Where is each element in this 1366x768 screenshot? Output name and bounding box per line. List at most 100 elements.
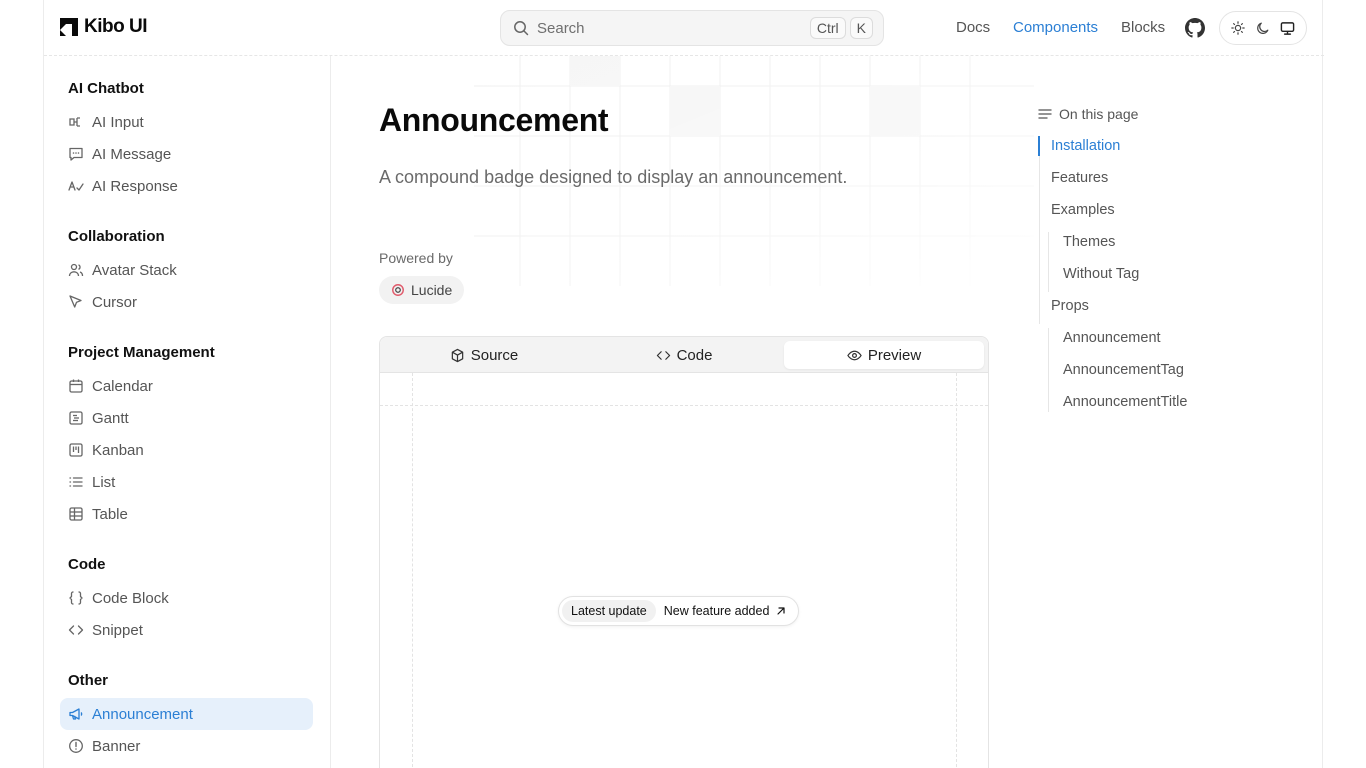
- toc-active-marker: [1038, 136, 1040, 156]
- sidebar-item-gantt[interactable]: Gantt: [60, 402, 313, 434]
- page-frame: Kibo UI Search Ctrl K Docs Components Bl…: [43, 0, 1324, 768]
- announcement-title: New feature added: [656, 604, 796, 618]
- powered-by-label: Powered by: [379, 250, 453, 266]
- sidebar-group-title: Project Management: [68, 344, 215, 361]
- toc-item-announcement-tag[interactable]: AnnouncementTag: [1063, 362, 1184, 378]
- code-icon: [656, 350, 670, 360]
- powered-by-lucide-chip[interactable]: Lucide: [379, 276, 465, 304]
- sidebar-group-title: Code: [68, 556, 106, 573]
- tab-code[interactable]: Code: [584, 341, 784, 369]
- toc-item-features[interactable]: Features: [1051, 170, 1108, 186]
- moon-icon[interactable]: [1252, 17, 1274, 39]
- sidebar-item-cursor[interactable]: Cursor: [60, 286, 313, 318]
- sidebar-item-ai-response[interactable]: AI Response: [60, 170, 313, 202]
- toc-item-examples[interactable]: Examples: [1051, 202, 1115, 218]
- toc-item-installation[interactable]: Installation: [1051, 138, 1120, 154]
- sidebar: AI Chatbot AI Input AI Message AI Respon…: [44, 56, 331, 768]
- powered-by-name: Lucide: [411, 282, 453, 298]
- sidebar-item-ai-message[interactable]: AI Message: [60, 138, 313, 170]
- sun-icon[interactable]: [1227, 17, 1249, 39]
- toc-rail-nested: [1048, 232, 1049, 292]
- sidebar-item-snippet[interactable]: Snippet: [60, 614, 313, 646]
- sidebar-item-calendar[interactable]: Calendar: [60, 370, 313, 402]
- pointer-icon: [69, 295, 82, 308]
- sidebar-item-label: Banner: [92, 737, 141, 755]
- sidebar-item-ai-input[interactable]: AI Input: [60, 106, 313, 138]
- sidebar-item-avatar-stack[interactable]: Avatar Stack: [60, 254, 313, 286]
- ai-input-icon: [69, 117, 80, 127]
- eye-icon: [847, 350, 862, 360]
- monitor-icon[interactable]: [1277, 17, 1299, 39]
- tab-label: Code: [676, 346, 713, 364]
- sidebar-item-label: List: [92, 473, 116, 491]
- sidebar-group-title: Other: [68, 672, 109, 689]
- sidebar-item-label: Kanban: [92, 441, 144, 459]
- page-title: Announcement: [379, 102, 609, 138]
- tabs-bar: Source Code Preview: [380, 337, 988, 373]
- code-icon: [68, 625, 84, 635]
- announcement-title-text: New feature added: [663, 604, 770, 618]
- sidebar-item-announcement[interactable]: Announcement: [60, 698, 313, 730]
- tab-label: Source: [470, 346, 519, 364]
- sidebar-item-label: Code Block: [92, 589, 169, 607]
- lucide-logo-icon: [392, 284, 404, 296]
- tab-label: Preview: [867, 346, 922, 364]
- page-description: A compound badge designed to display an …: [379, 167, 848, 187]
- sidebar-item-table[interactable]: Table: [60, 498, 313, 530]
- table-icon: [69, 507, 83, 521]
- sidebar-item-banner[interactable]: Banner: [60, 730, 313, 762]
- arrow-up-right-icon: [777, 607, 786, 615]
- sidebar-item-list[interactable]: List: [60, 466, 313, 498]
- toc-rail-nested: [1048, 328, 1049, 412]
- gantt-icon: [69, 411, 83, 425]
- announcement-tag: Latest update: [562, 600, 656, 622]
- sidebar-item-label: AI Input: [92, 113, 144, 131]
- list-icon: [69, 477, 83, 487]
- announcement-badge[interactable]: Latest update New feature added: [558, 596, 800, 626]
- logo[interactable]: Kibo UI: [60, 16, 148, 38]
- search-input[interactable]: Search Ctrl K: [500, 10, 884, 46]
- megaphone-icon: [69, 708, 83, 720]
- search-icon: [514, 21, 529, 36]
- top-header: Kibo UI Search Ctrl K Docs Components Bl…: [44, 0, 1324, 56]
- message-icon: [69, 147, 83, 161]
- calendar-icon: [69, 379, 83, 393]
- sidebar-item-label: Cursor: [92, 293, 138, 311]
- component-tabs: Source Code Preview Latest update New fe…: [379, 336, 989, 768]
- sidebar-item-label: Gantt: [92, 409, 129, 427]
- sidebar-item-label: AI Message: [92, 145, 172, 163]
- users-icon: [68, 263, 84, 277]
- kbd-ctrl: Ctrl: [809, 17, 846, 39]
- sidebar-item-label: Avatar Stack: [92, 261, 177, 279]
- alert-circle-icon: [69, 739, 83, 753]
- sidebar-item-label: Snippet: [92, 621, 143, 639]
- sidebar-group-title: Collaboration: [68, 228, 165, 245]
- toc-item-props[interactable]: Props: [1051, 298, 1089, 314]
- sidebar-item-label: Table: [92, 505, 128, 523]
- guide-line: [412, 373, 413, 768]
- guide-line: [380, 405, 988, 406]
- theme-switcher: [1219, 11, 1307, 45]
- nav-blocks[interactable]: Blocks: [1121, 19, 1165, 36]
- sidebar-group-title: AI Chatbot: [68, 80, 144, 97]
- tab-source[interactable]: Source: [384, 341, 584, 369]
- sidebar-item-code-block[interactable]: Code Block: [60, 582, 313, 614]
- toc-item-without-tag[interactable]: Without Tag: [1063, 266, 1139, 282]
- github-icon[interactable]: [1185, 18, 1205, 38]
- sidebar-item-label: Announcement: [92, 705, 193, 723]
- box-icon: [451, 348, 463, 362]
- toc-heading-text: On this page: [1059, 106, 1139, 122]
- nav-docs[interactable]: Docs: [956, 19, 990, 36]
- sidebar-item-kanban[interactable]: Kanban: [60, 434, 313, 466]
- toc-item-announcement-title[interactable]: AnnouncementTitle: [1063, 394, 1187, 410]
- tab-preview[interactable]: Preview: [784, 341, 984, 369]
- sidebar-item-label: Calendar: [92, 377, 153, 395]
- toc-item-themes[interactable]: Themes: [1063, 234, 1115, 250]
- sidebar-item-label: AI Response: [92, 177, 178, 195]
- nav-components[interactable]: Components: [1013, 19, 1098, 36]
- kanban-icon: [69, 443, 83, 457]
- toc-heading: On this page: [1037, 106, 1138, 122]
- guide-line: [956, 373, 957, 768]
- braces-icon: [69, 591, 83, 605]
- toc-item-announcement[interactable]: Announcement: [1063, 330, 1161, 346]
